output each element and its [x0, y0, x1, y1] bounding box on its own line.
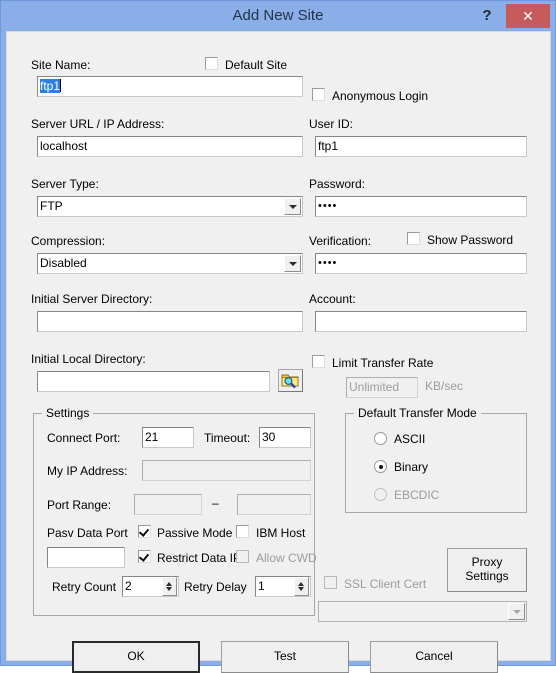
retry-delay-stepper[interactable] [294, 577, 309, 596]
radio-ebcdic[interactable] [374, 488, 387, 501]
ssl-client-cert-label: SSL Client Cert [344, 577, 427, 591]
port-range-from-input[interactable] [134, 494, 202, 515]
restrict-data-ip-checkbox[interactable] [138, 550, 151, 563]
restrict-data-ip-label: Restrict Data IP [157, 551, 242, 565]
ibm-host-checkbox[interactable] [236, 525, 249, 538]
initial-server-directory-label: Initial Server Directory: [31, 292, 153, 306]
ok-button[interactable]: OK [72, 641, 200, 673]
transfer-rate-input[interactable]: Unlimited [346, 377, 418, 398]
timeout-input[interactable]: 30 [259, 427, 311, 448]
retry-count-label: Retry Count [52, 580, 117, 594]
connect-port-label: Connect Port: [47, 431, 121, 445]
retry-count-stepper[interactable] [162, 577, 177, 596]
radio-binary-label: Binary [394, 460, 429, 474]
title-bar: Add New Site ? ✕ [1, 1, 555, 31]
initial-local-directory-label: Initial Local Directory: [31, 352, 146, 366]
port-range-to-input[interactable] [237, 494, 311, 515]
settings-group: Settings Connect Port: 21 Timeout: 30 My… [33, 406, 317, 616]
transfer-rate-units-label: KB/sec [425, 379, 464, 393]
retry-delay-label: Retry Delay [184, 580, 247, 594]
folder-search-icon[interactable] [278, 369, 303, 392]
proxy-settings-label-line2: Settings [465, 569, 509, 583]
default-site-checkbox[interactable] [205, 57, 218, 70]
default-transfer-mode-group: Default Transfer Mode ASCII Binary EBCDI… [345, 406, 527, 513]
server-type-value: FTP [40, 199, 63, 213]
verification-input[interactable]: •••• [315, 253, 527, 274]
dialog-client-area: Site Name: Default Site ftp1 Server URL … [6, 31, 551, 673]
chevron-down-icon[interactable] [284, 255, 301, 272]
ibm-host-label: IBM Host [256, 526, 306, 540]
radio-ascii-label: ASCII [394, 432, 426, 446]
server-type-select[interactable]: FTP [37, 196, 303, 217]
allow-cwd-label: Allow CWD [256, 551, 317, 565]
show-password-label: Show Password [427, 233, 514, 247]
passive-mode-label: Passive Mode [157, 526, 233, 540]
radio-ascii[interactable] [374, 432, 387, 445]
compression-label: Compression: [31, 234, 106, 248]
password-label: Password: [309, 177, 366, 191]
server-type-label: Server Type: [31, 177, 99, 191]
settings-group-title: Settings [42, 406, 94, 420]
verification-label: Verification: [309, 234, 372, 248]
compression-select[interactable]: Disabled [37, 253, 303, 274]
window-title: Add New Site [232, 7, 324, 24]
server-url-label: Server URL / IP Address: [31, 117, 165, 131]
radio-ebcdic-label: EBCDIC [394, 488, 440, 502]
close-icon[interactable]: ✕ [506, 4, 550, 28]
pasv-data-port-input[interactable] [47, 547, 125, 568]
text-caret [60, 79, 62, 92]
anonymous-login-label: Anonymous Login [332, 89, 429, 103]
help-icon[interactable]: ? [474, 1, 500, 30]
site-name-value: ftp1 [40, 79, 61, 93]
ssl-cert-select[interactable] [318, 601, 527, 622]
limit-transfer-rate-checkbox[interactable] [312, 355, 325, 368]
limit-transfer-rate-label: Limit Transfer Rate [332, 356, 434, 370]
radio-binary[interactable] [374, 460, 387, 473]
server-url-input[interactable]: localhost [37, 136, 303, 157]
compression-value: Disabled [40, 256, 87, 270]
cancel-button[interactable]: Cancel [370, 641, 498, 673]
show-password-checkbox[interactable] [407, 232, 420, 245]
connect-port-input[interactable]: 21 [142, 427, 194, 448]
test-button[interactable]: Test [221, 641, 349, 673]
pasv-data-port-label: Pasv Data Port [47, 526, 128, 540]
initial-server-directory-input[interactable] [37, 311, 303, 332]
passive-mode-checkbox[interactable] [138, 525, 151, 538]
port-range-label: Port Range: [47, 498, 112, 512]
allow-cwd-checkbox[interactable] [236, 550, 249, 563]
transfer-mode-group-title: Default Transfer Mode [354, 406, 481, 420]
account-input[interactable] [315, 311, 527, 332]
account-label: Account: [309, 292, 356, 306]
password-value: •••• [318, 200, 338, 212]
port-range-separator: – [212, 496, 219, 510]
my-ip-address-label: My IP Address: [47, 464, 128, 478]
timeout-label: Timeout: [204, 431, 251, 445]
proxy-settings-label-line1: Proxy [471, 555, 503, 570]
proxy-settings-button[interactable]: Proxy Settings [447, 548, 527, 592]
verification-value: •••• [318, 257, 338, 269]
folder-search-glyph [281, 374, 299, 389]
add-new-site-dialog: Add New Site ? ✕ Site Name: Default Site… [0, 0, 556, 673]
chevron-down-icon[interactable] [284, 198, 301, 215]
site-name-input[interactable]: ftp1 [37, 76, 303, 97]
default-site-label: Default Site [225, 58, 288, 72]
my-ip-address-input[interactable] [142, 460, 311, 481]
user-id-input[interactable]: ftp1 [315, 136, 527, 157]
initial-local-directory-input[interactable] [37, 371, 270, 392]
anonymous-login-checkbox[interactable] [312, 88, 325, 101]
ssl-client-cert-checkbox[interactable] [324, 576, 337, 589]
chevron-down-icon[interactable] [508, 603, 525, 620]
site-name-label: Site Name: [31, 58, 91, 72]
password-input[interactable]: •••• [315, 196, 527, 217]
user-id-label: User ID: [309, 117, 354, 131]
